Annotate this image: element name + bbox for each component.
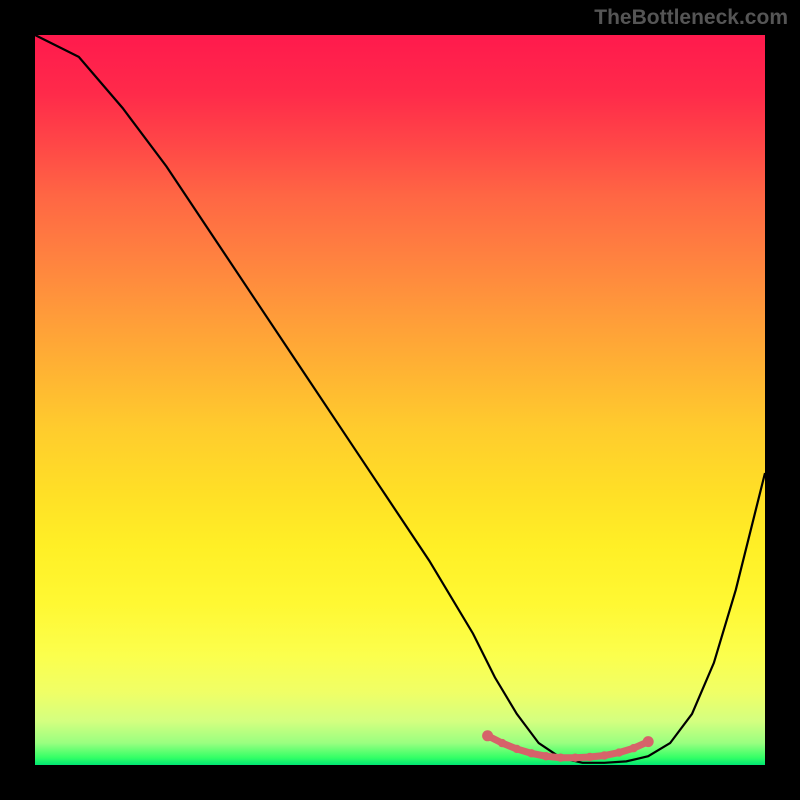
marker-dot [586, 753, 594, 761]
chart-svg [35, 35, 765, 765]
marker-band [482, 730, 654, 762]
watermark-text: TheBottleneck.com [594, 6, 788, 30]
marker-dot [571, 754, 579, 762]
marker-dot [498, 739, 506, 747]
marker-dot [542, 752, 550, 760]
marker-dot [527, 749, 535, 757]
main-curve-line [35, 35, 765, 763]
marker-dot [513, 745, 521, 753]
marker-dot [482, 730, 493, 741]
marker-dot [556, 754, 564, 762]
plot-area [35, 35, 765, 765]
marker-dot [643, 736, 654, 747]
marker-band-line [488, 736, 649, 758]
marker-dot [615, 748, 623, 756]
marker-dot [629, 744, 637, 752]
marker-dot [600, 751, 608, 759]
